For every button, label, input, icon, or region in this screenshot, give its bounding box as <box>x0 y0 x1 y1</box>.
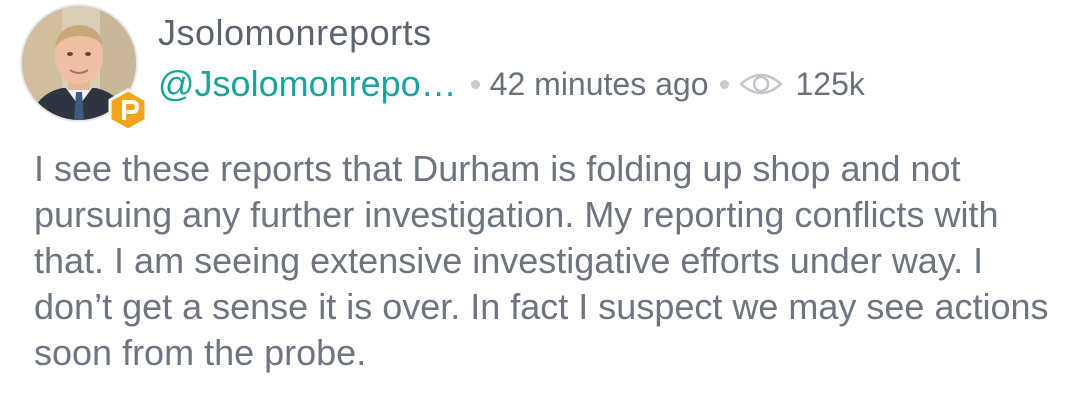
separator-dot <box>720 79 730 89</box>
post-meta: @Jsolomonrepo… 42 minutes ago 125k <box>158 60 865 108</box>
separator-dot <box>470 79 480 89</box>
avatar-container[interactable] <box>20 4 148 132</box>
view-count: 125k <box>795 65 865 102</box>
post-body: I see these reports that Durham is foldi… <box>34 148 1049 373</box>
post-card: Jsolomonreports @Jsolomonrepo… 42 minute… <box>0 0 1079 418</box>
display-name[interactable]: Jsolomonreports <box>158 12 432 54</box>
eye-icon <box>739 70 784 98</box>
timestamp: 42 minutes ago <box>489 65 709 102</box>
user-handle[interactable]: @Jsolomonrepo… <box>158 63 457 105</box>
parler-badge-icon <box>106 88 150 132</box>
